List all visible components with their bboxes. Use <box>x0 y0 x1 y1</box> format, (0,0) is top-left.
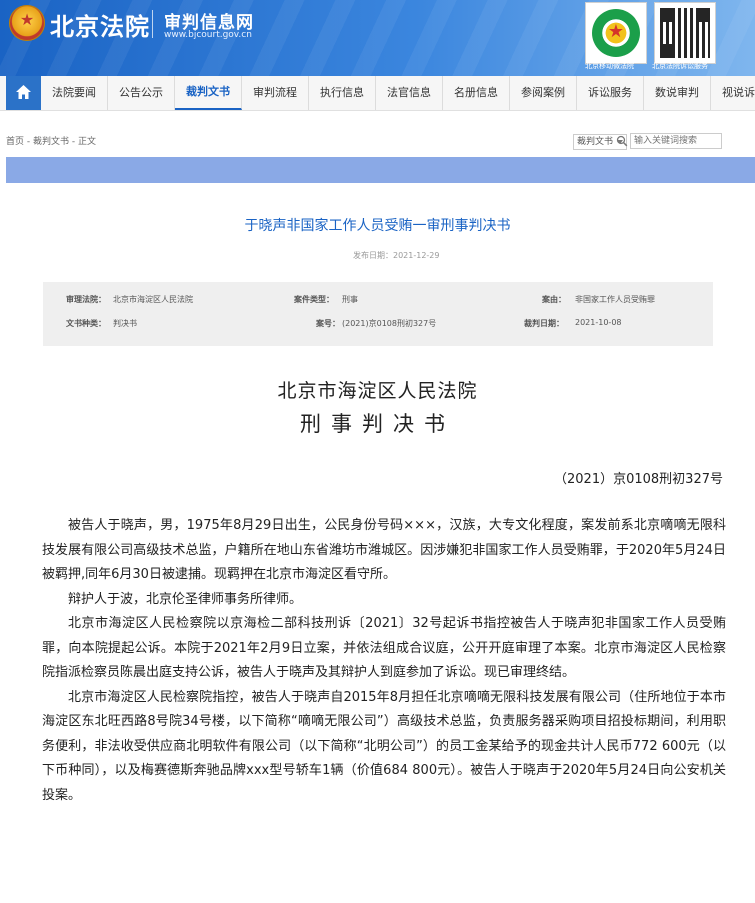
meta-date-label: 裁判日期： <box>524 319 564 328</box>
publish-date: 发布日期：2021-12-29 <box>353 251 440 260</box>
nav-item-rosters[interactable]: 名册信息 <box>443 76 510 110</box>
litigation-service-qr-code[interactable] <box>654 2 716 64</box>
meta-case-type-label: 案件类型： <box>294 295 334 304</box>
qr-caption-mobile-court: 北京移动微法院 <box>585 62 634 70</box>
court-name-heading: 北京市海淀区人民法院 <box>277 380 478 402</box>
court-emblem-icon[interactable] <box>9 5 45 41</box>
qr-logo-icon <box>592 9 640 57</box>
header-divider <box>152 10 153 38</box>
meta-doc-type-label: 文书种类： <box>66 319 106 328</box>
search-icon[interactable] <box>616 134 628 148</box>
home-icon <box>16 85 31 99</box>
nav-item-court-news[interactable]: 法院要闻 <box>41 76 108 110</box>
nav-item-enforcement[interactable]: 执行信息 <box>309 76 376 110</box>
qr-code-icon <box>660 8 710 58</box>
nav-item-litigation-videos[interactable]: 视说诉讼 <box>711 76 755 110</box>
meta-court-label: 审理法院： <box>66 295 106 304</box>
nav-item-trial-statistics[interactable]: 数说审判 <box>644 76 711 110</box>
document-title: 于晓声非国家工作人员受贿一审刑事判决书 <box>244 218 511 234</box>
nav-item-trial-process[interactable]: 审判流程 <box>242 76 309 110</box>
meta-case-no-value: (2021)京0108刑初327号 <box>342 319 437 328</box>
nav-item-judges[interactable]: 法官信息 <box>376 76 443 110</box>
paragraph-defendant: 被告人于晓声，男，1975年8月29日出生，公民身份号码×××，汉族，大专文化程… <box>42 518 726 582</box>
meta-cause-label: 案由： <box>542 295 566 304</box>
paragraph-charges: 北京市海淀区人民检察院指控，被告人于晓声自2015年8月担任北京嘀嘀无限科技发展… <box>42 689 726 803</box>
home-button[interactable] <box>6 76 41 110</box>
site-name[interactable]: 北京法院 <box>50 7 150 42</box>
nav-item-litigation-service[interactable]: 诉讼服务 <box>577 76 644 110</box>
meta-case-type-value: 刑事 <box>342 295 358 304</box>
meta-cause-value: 非国家工作人员受贿罪 <box>575 295 655 304</box>
site-banner: 北京法院 审判信息网 www.bjcourt.gov.cn 北京移动微法院 北京… <box>0 0 755 76</box>
nav-item-judgments[interactable]: 裁判文书 <box>175 76 242 110</box>
qr-caption-litigation-service: 北京法院诉讼服务 <box>652 62 708 70</box>
main-nav: 法院要闻 公告公示 裁判文书 审判流程 执行信息 法官信息 名册信息 参阅案例 … <box>0 76 755 111</box>
mobile-court-qr-code[interactable] <box>585 2 647 64</box>
paragraph-prosecution: 北京市海淀区人民检察院以京海检二部科技刑诉〔2021〕32号起诉书指控被告人于晓… <box>42 616 726 680</box>
nav-item-announcements[interactable]: 公告公示 <box>108 76 175 110</box>
case-metadata: 审理法院： 北京市海淀区人民法院 案件类型： 刑事 案由： 非国家工作人员受贿罪… <box>43 282 713 346</box>
judgment-body: 被告人于晓声，男，1975年8月29日出生，公民身份号码×××，汉族，大专文化程… <box>42 514 726 808</box>
meta-date-value: 2021-10-08 <box>575 318 622 327</box>
case-number: （2021）京0108刑初327号 <box>554 472 723 487</box>
search-type-label: 裁判文书 <box>577 137 614 147</box>
meta-case-no-label: 案号： <box>316 319 340 328</box>
content-header-band <box>6 157 755 183</box>
document-type-heading: 刑事判决书 <box>300 412 455 436</box>
breadcrumb[interactable]: 首页 - 裁判文书 - 正文 <box>6 134 96 147</box>
paragraph-defender: 辩护人于波，北京伦圣律师事务所律师。 <box>68 591 303 607</box>
meta-doc-type-value: 判决书 <box>113 319 137 328</box>
site-url: www.bjcourt.gov.cn <box>164 30 252 40</box>
nav-item-reference-cases[interactable]: 参阅案例 <box>510 76 577 110</box>
nav-items: 法院要闻 公告公示 裁判文书 审判流程 执行信息 法官信息 名册信息 参阅案例 … <box>41 76 755 110</box>
search-input[interactable] <box>630 133 722 149</box>
meta-court-value: 北京市海淀区人民法院 <box>113 295 193 304</box>
